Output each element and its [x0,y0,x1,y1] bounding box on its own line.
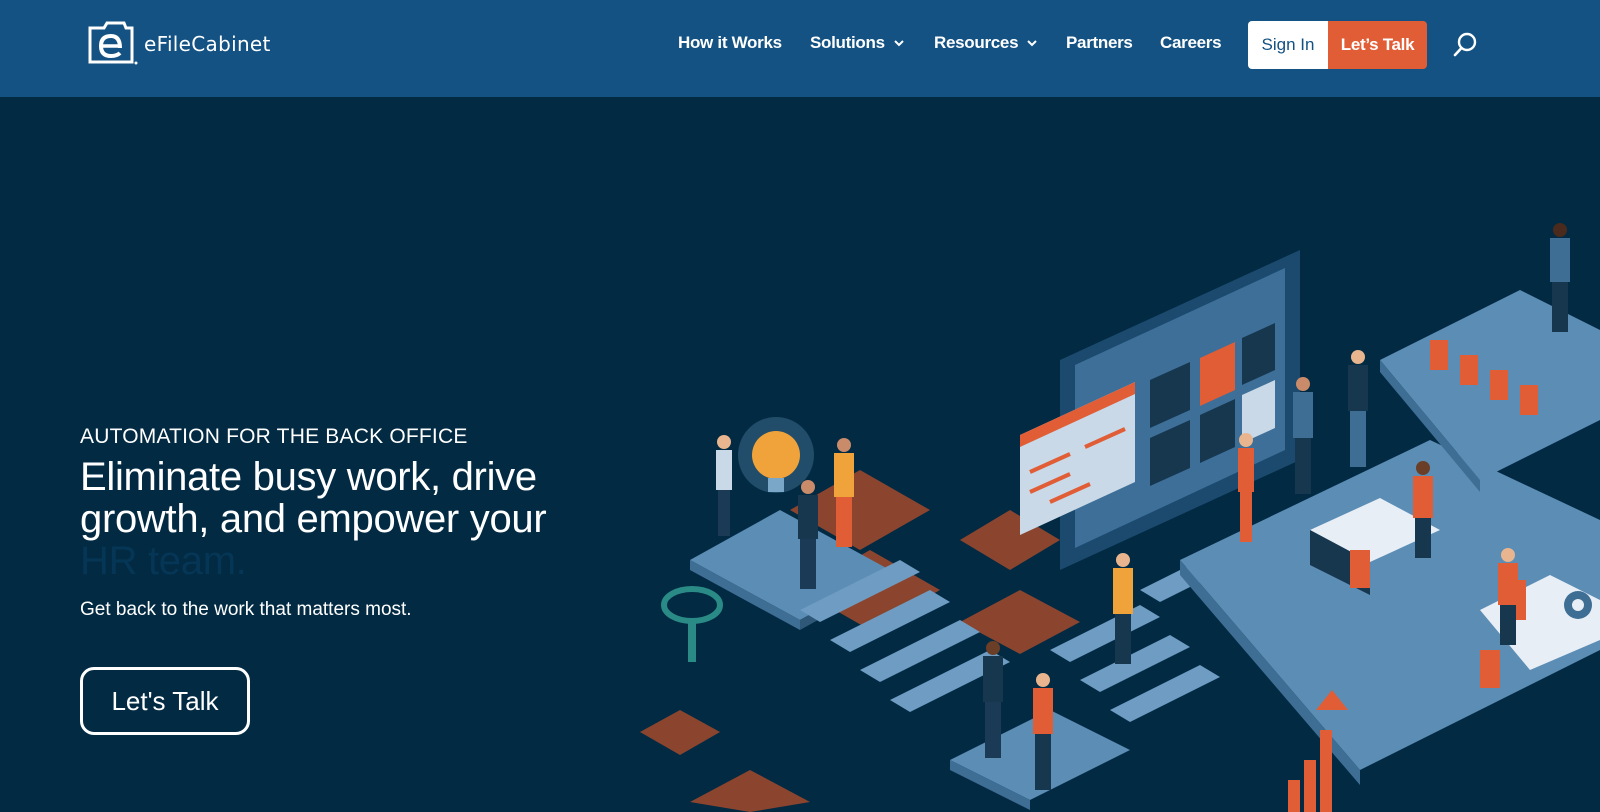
nav-how-it-works[interactable]: How it Works [678,33,782,53]
person [1238,433,1254,542]
logo[interactable]: eFileCabinet [84,20,271,66]
hero-title-line: growth, and empower your [80,497,547,541]
hero-eyebrow: AUTOMATION FOR THE BACK OFFICE [80,425,468,448]
search-icon[interactable] [1452,31,1480,59]
person [716,435,732,536]
cabinet-logo-icon [88,21,138,65]
nav-label: Solutions [810,33,885,52]
nav-careers[interactable]: Careers [1160,33,1222,53]
gear-icon [1564,591,1592,619]
person [1033,673,1053,790]
person [1293,377,1313,494]
lightbulb-icon [738,417,814,493]
hero-title-line: Eliminate busy work, drive [80,455,537,499]
person [1113,553,1133,664]
magnifier-icon [661,586,723,662]
site-header: eFileCabinet How it Works Solutions Reso… [0,0,1600,97]
brand-name: eFileCabinet [144,32,271,56]
nav-solutions[interactable]: Solutions [810,33,905,53]
chevron-down-icon [1027,40,1037,47]
nav-label: Resources [934,33,1019,52]
monitor-screen [1020,250,1300,570]
lets-talk-header-button[interactable]: Let’s Talk [1328,21,1427,69]
lets-talk-hero-button[interactable]: Let's Talk [80,667,250,735]
nav-label: Careers [1160,33,1222,52]
person [1550,223,1570,332]
nav-label: Partners [1066,33,1133,52]
person [1348,350,1368,467]
nav-resources[interactable]: Resources [934,33,1038,53]
nav-partners[interactable]: Partners [1066,33,1133,53]
hero-title: Eliminate busy work, drive growth, and e… [80,456,600,582]
nav-label: How it Works [678,33,782,52]
hero-subtitle: Get back to the work that matters most. [80,599,412,620]
person [983,641,1003,758]
chevron-down-icon [894,40,904,47]
office-isometric-illustration [640,223,1600,812]
person [798,480,818,589]
hero-title-line: HR team. [80,539,247,583]
person [834,438,854,547]
sign-in-button[interactable]: Sign In [1248,21,1328,69]
